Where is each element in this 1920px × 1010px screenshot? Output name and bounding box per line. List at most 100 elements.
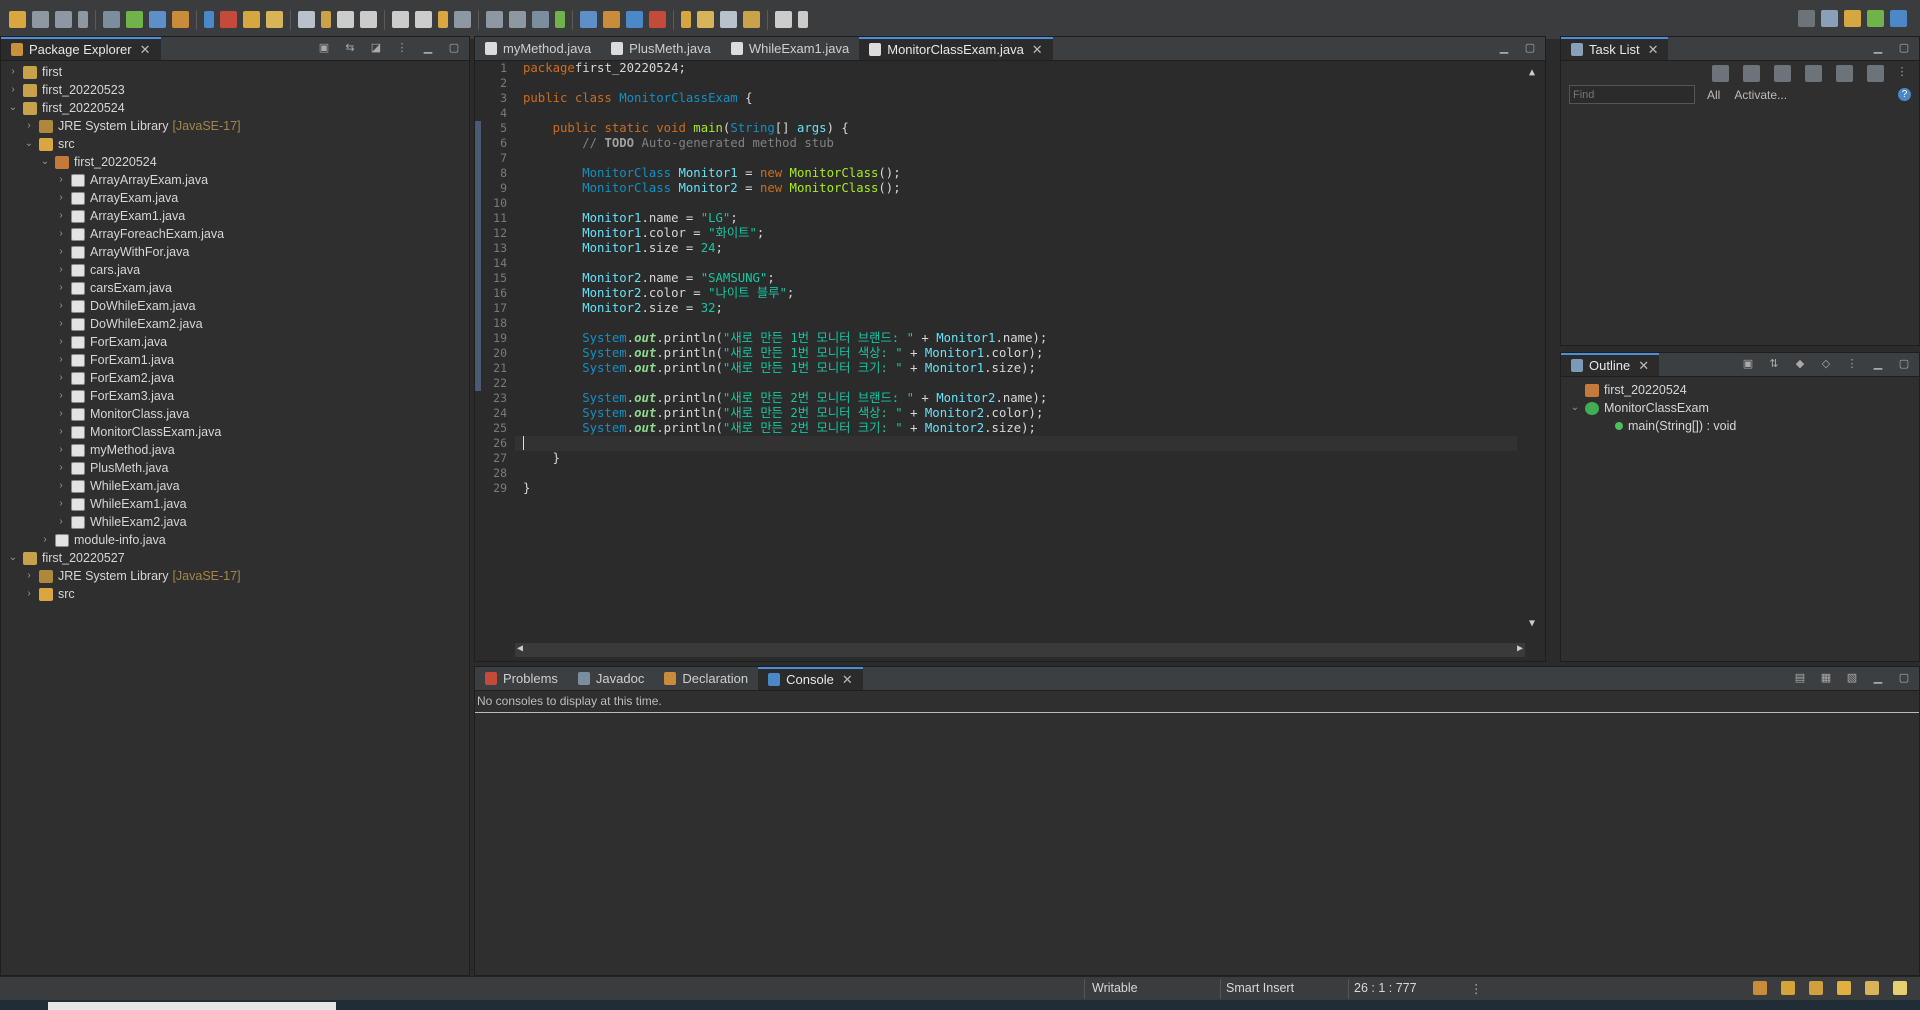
- chevron-right-icon[interactable]: ›: [55, 279, 67, 297]
- scroll-left-icon[interactable]: ◀: [517, 643, 523, 654]
- tree-item[interactable]: › WhileExam1.java: [1, 495, 469, 513]
- scroll-right-icon[interactable]: ▶: [1517, 643, 1523, 654]
- bottom-tab[interactable]: Problems: [475, 667, 568, 690]
- tree-item[interactable]: › DoWhileExam2.java: [1, 315, 469, 333]
- collapse-all-icon[interactable]: ▣: [317, 41, 331, 55]
- chevron-down-icon[interactable]: ⌄: [1569, 399, 1581, 417]
- tree-item[interactable]: › ForExam1.java: [1, 351, 469, 369]
- code-line[interactable]: System.out.println("새로 만든 1번 모니터 브랜드: " …: [515, 331, 1517, 346]
- code-line[interactable]: Monitor1.color = "화이트";: [515, 226, 1517, 241]
- print-icon[interactable]: [649, 11, 666, 28]
- horizontal-scrollbar[interactable]: ◀ ▶: [515, 643, 1525, 657]
- scheduled-icon[interactable]: [1774, 65, 1791, 82]
- minimize-icon[interactable]: ▁: [421, 41, 435, 55]
- chevron-right-icon[interactable]: ›: [55, 171, 67, 189]
- maximize-icon[interactable]: ▢: [1897, 41, 1911, 55]
- code-line[interactable]: System.out.println("새로 만든 2번 모니터 크기: " +…: [515, 421, 1517, 436]
- search-icon[interactable]: [204, 11, 214, 28]
- debug-perspective-icon[interactable]: [1867, 10, 1884, 27]
- open-type-icon[interactable]: [454, 11, 471, 28]
- sort-icon[interactable]: ⇅: [1767, 357, 1781, 371]
- open-type-icon[interactable]: [743, 11, 760, 28]
- bottom-tab[interactable]: Javadoc: [568, 667, 654, 690]
- open-console-icon[interactable]: ▤: [1793, 671, 1807, 685]
- tree-item[interactable]: › module-info.java: [1, 531, 469, 549]
- chevron-down-icon[interactable]: ⌄: [23, 135, 35, 153]
- tree-item[interactable]: › ArrayWithFor.java: [1, 243, 469, 261]
- perspective-icon[interactable]: [266, 11, 283, 28]
- bottom-tab[interactable]: Console ✕: [758, 667, 863, 690]
- code-line[interactable]: System.out.println("새로 만든 1번 모니터 크기: " +…: [515, 361, 1517, 376]
- chevron-right-icon[interactable]: ›: [55, 315, 67, 333]
- collapse-all-icon[interactable]: ▣: [1741, 357, 1755, 371]
- display-selected-console-icon[interactable]: ▦: [1819, 671, 1833, 685]
- run-icon[interactable]: [126, 11, 143, 28]
- outline-item[interactable]: first_20220524: [1569, 381, 1919, 399]
- chevron-right-icon[interactable]: ›: [55, 243, 67, 261]
- code-line[interactable]: Monitor1.name = "LG";: [515, 211, 1517, 226]
- editor-tab[interactable]: MonitorClassExam.java ✕: [859, 37, 1053, 60]
- link-with-editor-icon[interactable]: ⇆: [343, 41, 357, 55]
- tree-item[interactable]: ⌄ first_20220524: [1, 99, 469, 117]
- code-line[interactable]: System.out.println("새로 만든 2번 모니터 브랜드: " …: [515, 391, 1517, 406]
- chevron-right-icon[interactable]: ›: [55, 495, 67, 513]
- sync-icon[interactable]: [1867, 65, 1884, 82]
- code-line[interactable]: // TODO Auto-generated method stub: [515, 136, 1517, 151]
- open-type-icon[interactable]: [172, 11, 189, 28]
- debug-icon[interactable]: [103, 11, 120, 28]
- code-line[interactable]: Monitor2.size = 32;: [515, 301, 1517, 316]
- chevron-down-icon[interactable]: ⌄: [39, 153, 51, 171]
- categorized-icon[interactable]: [1743, 65, 1760, 82]
- code-line[interactable]: public static void main(String[] args) {: [515, 121, 1517, 136]
- code-lines[interactable]: packagefirst_20220524; public class Monit…: [515, 61, 1517, 635]
- chevron-right-icon[interactable]: ›: [55, 225, 67, 243]
- code-line[interactable]: [515, 151, 1517, 166]
- tree-item[interactable]: › ArrayForeachExam.java: [1, 225, 469, 243]
- chevron-right-icon[interactable]: ›: [55, 387, 67, 405]
- run-icon[interactable]: [415, 11, 432, 28]
- tree-item[interactable]: › JRE System Library [JavaSE-17]: [1, 567, 469, 585]
- chevron-right-icon[interactable]: ›: [39, 531, 51, 549]
- hide-static-icon[interactable]: ◇: [1819, 357, 1833, 371]
- code-line[interactable]: Monitor2.name = "SAMSUNG";: [515, 271, 1517, 286]
- java-ee-perspective-icon[interactable]: [1844, 10, 1861, 27]
- search-icon[interactable]: [1798, 10, 1815, 27]
- print-icon[interactable]: [78, 11, 88, 28]
- back-icon[interactable]: [798, 11, 808, 28]
- editor-tab[interactable]: myMethod.java: [475, 37, 601, 60]
- view-menu-icon[interactable]: ⋮: [395, 41, 409, 55]
- tree-item[interactable]: › ArrayExam1.java: [1, 207, 469, 225]
- minimize-icon[interactable]: ▁: [1871, 357, 1885, 371]
- new-icon[interactable]: [9, 11, 26, 28]
- tab-outline[interactable]: Outline ✕: [1561, 353, 1660, 376]
- chevron-right-icon[interactable]: ›: [55, 423, 67, 441]
- code-line[interactable]: System.out.println("새로 만든 1번 모니터 색상: " +…: [515, 346, 1517, 361]
- save-icon[interactable]: [603, 11, 620, 28]
- code-line[interactable]: [515, 196, 1517, 211]
- save-all-icon[interactable]: [626, 11, 643, 28]
- code-line[interactable]: [515, 76, 1517, 91]
- tab-package-explorer[interactable]: Package Explorer ✕: [1, 37, 161, 60]
- minimize-icon[interactable]: ▁: [1871, 671, 1885, 685]
- focus-icon[interactable]: [1836, 65, 1853, 82]
- outline-item[interactable]: ⌄ MonitorClassExam: [1569, 399, 1919, 417]
- code-line[interactable]: [515, 256, 1517, 271]
- tree-item[interactable]: ⌄ first_20220527: [1, 549, 469, 567]
- chevron-right-icon[interactable]: ›: [7, 81, 19, 99]
- save-icon[interactable]: [321, 11, 331, 28]
- tree-item[interactable]: › WhileExam.java: [1, 477, 469, 495]
- maximize-icon[interactable]: ▢: [447, 41, 461, 55]
- tree-item[interactable]: › first_20220523: [1, 81, 469, 99]
- new-icon[interactable]: [580, 11, 597, 28]
- tree-item[interactable]: › carsExam.java: [1, 279, 469, 297]
- tree-item[interactable]: › ForExam.java: [1, 333, 469, 351]
- search-icon[interactable]: [775, 11, 792, 28]
- maximize-icon[interactable]: ▢: [1523, 41, 1537, 55]
- debug-icon[interactable]: [392, 11, 409, 28]
- debug-icon[interactable]: [681, 11, 691, 28]
- view-menu-icon[interactable]: ⋮: [1895, 65, 1909, 79]
- activate-link[interactable]: Activate...: [1734, 88, 1787, 102]
- minimize-icon[interactable]: ▁: [1497, 41, 1511, 55]
- save-icon[interactable]: [32, 11, 49, 28]
- back-icon[interactable]: [509, 11, 526, 28]
